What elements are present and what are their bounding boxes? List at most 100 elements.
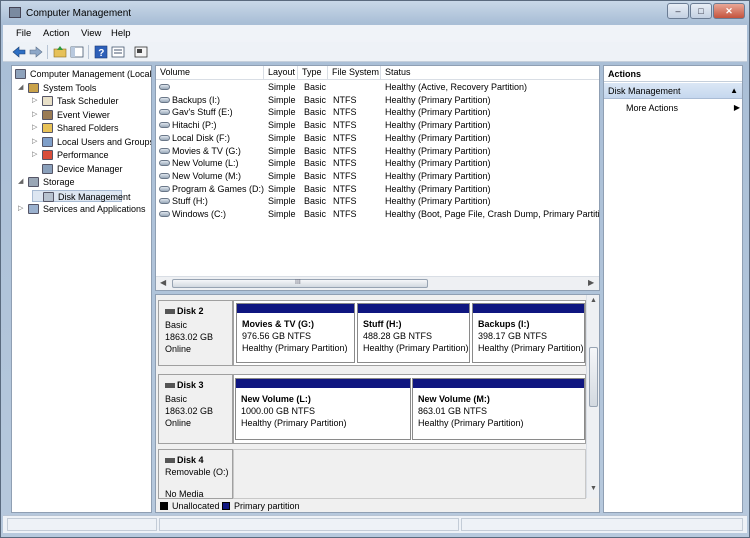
table-row[interactable]: Program & Games (D:) Simple Basic NTFS Healt…: [156, 183, 599, 196]
volume-icon: [159, 211, 170, 217]
scroll-down-arrow-icon[interactable]: ▼: [590, 485, 597, 492]
tree-item-task-scheduler[interactable]: ▷ Task Scheduler: [32, 95, 142, 107]
partition-movies-tv-g[interactable]: Movies & TV (G:) 976.56 GB NTFS Healthy …: [236, 303, 355, 363]
column-header-layout[interactable]: Layout: [264, 66, 298, 80]
disk-2-label[interactable]: Disk 2 Basic 1863.02 GB Online: [158, 300, 233, 366]
tree-item-storage[interactable]: ◢ Storage: [18, 176, 142, 188]
column-header-volume[interactable]: Volume: [156, 66, 264, 80]
cell-volume: Gav's Stuff (E:): [172, 107, 233, 118]
cell-file-system: NTFS: [333, 196, 357, 207]
event-viewer-icon: [42, 109, 53, 120]
show-hide-tree-icon[interactable]: [70, 45, 84, 59]
up-folder-icon[interactable]: [53, 45, 67, 59]
table-row[interactable]: New Volume (L:) Simple Basic NTFS Healthy (P…: [156, 157, 599, 170]
actions-header: Actions: [604, 66, 742, 82]
partition-backups-i[interactable]: Backups (I:) 398.17 GB NTFS Healthy (Pri…: [472, 303, 585, 363]
cell-volume: Windows (C:): [172, 209, 227, 219]
table-row[interactable]: Hitachi (P:) Simple Basic NTFS Healthy (Prim…: [156, 119, 599, 132]
scrollbar-thumb[interactable]: III: [172, 279, 428, 288]
cell-file-system: NTFS: [333, 183, 357, 194]
tree-item-label: Disk Management: [58, 191, 131, 202]
expand-arrow-icon[interactable]: ▷: [32, 122, 40, 134]
title-bar[interactable]: Computer Management – □ ✕: [1, 1, 749, 25]
disk-3-size: 1863.02 GB: [165, 406, 214, 416]
collapse-arrow-icon[interactable]: ◢: [18, 176, 26, 188]
cell-status: Healthy (Active, Recovery Partition): [385, 82, 528, 92]
menu-view[interactable]: View: [81, 28, 101, 39]
forward-icon[interactable]: [29, 45, 43, 59]
partition-new-volume-m[interactable]: New Volume (M:) 863.01 GB NTFS Healthy (…: [412, 378, 585, 440]
tree-item-disk-management[interactable]: Disk Management: [32, 189, 131, 202]
back-icon[interactable]: [12, 45, 26, 59]
disk-4-area: [233, 449, 586, 499]
table-row[interactable]: Movies & TV (G:) Simple Basic NTFS Healthy (…: [156, 145, 599, 158]
tree-item-local-users-and-groups[interactable]: ▷ Local Users and Groups: [32, 136, 151, 148]
help-icon[interactable]: ?: [94, 45, 108, 59]
cell-status: Healthy (Boot, Page File, Crash Dump, Pr…: [385, 209, 599, 219]
menu-file[interactable]: File: [16, 28, 31, 39]
cell-file-system: NTFS: [333, 107, 357, 118]
table-row[interactable]: New Volume (M:) Simple Basic NTFS Healthy (P…: [156, 170, 599, 183]
horizontal-scrollbar[interactable]: ◀ III ▶: [156, 276, 599, 290]
collapse-arrow-icon[interactable]: ▲: [730, 83, 738, 99]
tree-item-shared-folders[interactable]: ▷ Shared Folders: [32, 122, 142, 134]
cell-type: Basic: [304, 209, 327, 219]
disk-map-scrollbar[interactable]: ▲ ▼: [586, 295, 599, 498]
expand-arrow-icon[interactable]: ▷: [18, 203, 26, 215]
tree-item-device-manager[interactable]: Device Manager: [32, 163, 142, 175]
table-row[interactable]: Windows (C:) Simple Basic NTFS Healthy (Boot…: [156, 208, 599, 221]
expand-arrow-icon[interactable]: ▷: [32, 95, 40, 107]
disk-4-state: No Media: [165, 489, 204, 499]
maximize-button[interactable]: □: [690, 3, 712, 19]
partition-bar: [413, 379, 584, 388]
cell-layout: Simple: [268, 196, 296, 207]
computer-icon: [15, 69, 26, 79]
minimize-button[interactable]: –: [667, 3, 689, 19]
collapse-arrow-icon[interactable]: ◢: [18, 82, 26, 94]
disk-2-name: Disk 2: [165, 306, 204, 316]
scroll-right-arrow-icon[interactable]: ▶: [588, 278, 594, 287]
console-icon[interactable]: [134, 45, 148, 59]
disk-2-state: Online: [165, 344, 192, 354]
clock-icon: [42, 96, 53, 106]
column-header-file-system[interactable]: File System: [328, 66, 381, 80]
tree-item-services-and-applications[interactable]: ▷ Services and Applications: [18, 203, 146, 215]
properties-icon[interactable]: [111, 45, 125, 59]
scrollbar-thumb[interactable]: [589, 347, 598, 407]
table-row[interactable]: Local Disk (F:) Simple Basic NTFS Healthy (P…: [156, 132, 599, 145]
scroll-left-arrow-icon[interactable]: ◀: [160, 278, 166, 287]
volume-icon: [159, 96, 170, 103]
partition-bar: [237, 304, 354, 313]
column-header-type[interactable]: Type: [298, 66, 328, 80]
scroll-up-arrow-icon[interactable]: ▲: [590, 297, 597, 304]
partition-stuff-h[interactable]: Stuff (H:) 488.28 GB NTFS Healthy (Prima…: [357, 303, 470, 363]
table-row[interactable]: Backups (I:) Simple Basic NTFS Healthy (Prim…: [156, 94, 599, 107]
expand-arrow-icon[interactable]: ▷: [32, 109, 40, 121]
menu-help[interactable]: Help: [111, 28, 131, 39]
expand-arrow-icon[interactable]: ▷: [32, 136, 40, 148]
partition-bar: [473, 304, 584, 313]
toolbar-separator: [88, 45, 89, 59]
disk-3-label[interactable]: Disk 3 Basic 1863.02 GB Online: [158, 374, 233, 444]
tree-item-event-viewer[interactable]: ▷ Event Viewer: [32, 109, 142, 121]
tree-item-performance[interactable]: ▷ Performance: [32, 149, 142, 161]
actions-section-disk-management[interactable]: Disk Management ▲: [604, 83, 742, 99]
more-actions-link[interactable]: More Actions ▶: [626, 103, 740, 113]
tree-root[interactable]: Computer Management (Local: [15, 68, 151, 80]
column-header-status[interactable]: Status: [381, 66, 599, 80]
tree-item-label: Device Manager: [57, 163, 123, 174]
expand-arrow-icon[interactable]: ▷: [32, 149, 40, 161]
tree-item-system-tools[interactable]: ◢ System Tools: [18, 82, 142, 94]
cell-volume: New Volume (M:): [172, 170, 242, 181]
table-row[interactable]: Simple Basic Healthy (Active, Recovery Par…: [156, 81, 599, 94]
computer-management-icon: [9, 7, 21, 18]
table-row[interactable]: Stuff (H:) Simple Basic NTFS Healthy (Primar…: [156, 195, 599, 208]
disk-4-label[interactable]: Disk 4 Removable (O:) No Media: [158, 449, 233, 499]
close-button[interactable]: ✕: [713, 3, 745, 19]
cell-volume: Backups (I:): [172, 94, 221, 105]
menu-action[interactable]: Action: [43, 28, 69, 39]
table-row[interactable]: Gav's Stuff (E:) Simple Basic NTFS Healthy (…: [156, 106, 599, 119]
tree-item-label: Performance: [57, 150, 109, 160]
storage-icon: [28, 177, 39, 187]
partition-new-volume-l[interactable]: New Volume (L:) 1000.00 GB NTFS Healthy …: [235, 378, 411, 440]
